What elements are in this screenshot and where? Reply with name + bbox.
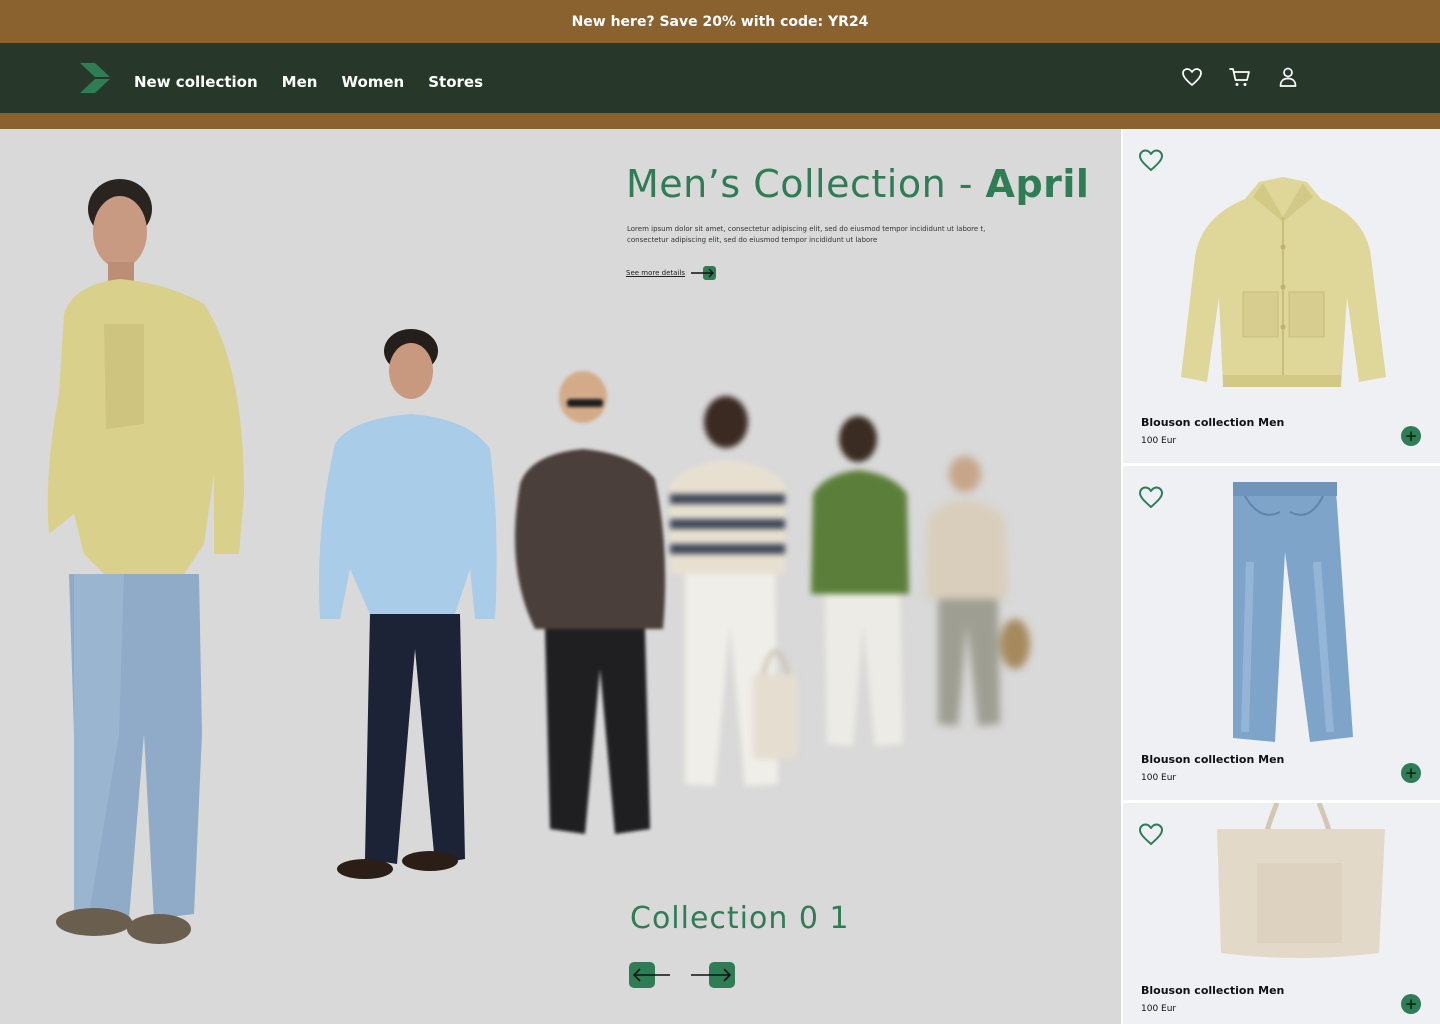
model-leather-jacket (515, 371, 666, 834)
wishlist-heart-icon[interactable] (1137, 147, 1165, 173)
product-price: 100 Eur (1141, 1004, 1177, 1014)
promo-banner: New here? Save 20% with code: YR24 (0, 0, 1440, 43)
model-yellow-jacket (47, 179, 244, 944)
nav-link-women[interactable]: Women (341, 73, 404, 91)
model-beige-outfit (926, 456, 1030, 726)
product-card[interactable]: Blouson collection Men 100 Eur + (1123, 803, 1440, 1024)
product-image-jeans (1233, 482, 1353, 742)
brand-logo[interactable] (79, 63, 111, 93)
hero-description: Lorem ipsum dolor sit amet, consectetur … (627, 225, 986, 244)
model-green-jacket (811, 416, 909, 746)
user-icon[interactable] (1276, 65, 1300, 89)
product-image-jacket (1181, 177, 1386, 387)
prev-arrow-button[interactable] (629, 961, 671, 989)
add-to-cart-button[interactable]: + (1401, 426, 1421, 446)
main-nav: New collection Men Women Stores (134, 73, 483, 91)
add-to-cart-button[interactable]: + (1401, 994, 1421, 1014)
product-price: 100 Eur (1141, 773, 1177, 783)
hero-title-main: Men’s Collection - (626, 162, 986, 206)
next-arrow-button[interactable] (691, 961, 736, 989)
nav-link-new-collection[interactable]: New collection (134, 73, 258, 91)
nav-link-stores[interactable]: Stores (428, 73, 483, 91)
hero-title-month: April (985, 162, 1090, 206)
model-blue-shirt (319, 329, 497, 879)
promo-text: New here? Save 20% with code: YR24 (571, 13, 869, 30)
product-name: Blouson collection Men (1141, 753, 1285, 766)
see-more-text: See more details (626, 269, 685, 277)
model-tote-bag (753, 649, 798, 759)
arrow-right-icon (690, 266, 716, 280)
nav-link-men[interactable]: Men (282, 73, 318, 91)
heart-icon[interactable] (1180, 65, 1204, 89)
wishlist-heart-icon[interactable] (1137, 821, 1165, 847)
top-navbar: New collection Men Women Stores (0, 43, 1440, 113)
collection-label: Collection 0 1 (630, 901, 850, 936)
product-card[interactable]: Blouson collection Men 100 Eur + (1123, 466, 1440, 800)
accent-strip (0, 113, 1440, 129)
product-image-tote (1217, 803, 1385, 958)
nav-icon-group (1180, 65, 1300, 89)
product-price: 100 Eur (1141, 436, 1177, 446)
cart-icon[interactable] (1228, 65, 1252, 89)
hero-section: Men’s Collection - April Lorem ipsum dol… (0, 129, 1121, 1024)
product-card[interactable]: Blouson collection Men 100 Eur + (1123, 129, 1440, 463)
see-more-link[interactable]: See more details (626, 265, 717, 281)
add-to-cart-button[interactable]: + (1401, 763, 1421, 783)
hero-title: Men’s Collection - April (626, 162, 1089, 206)
wishlist-heart-icon[interactable] (1137, 484, 1165, 510)
product-sidebar: Blouson collection Men 100 Eur + Blouson… (1121, 129, 1440, 1024)
product-name: Blouson collection Men (1141, 984, 1285, 997)
product-name: Blouson collection Men (1141, 416, 1285, 429)
